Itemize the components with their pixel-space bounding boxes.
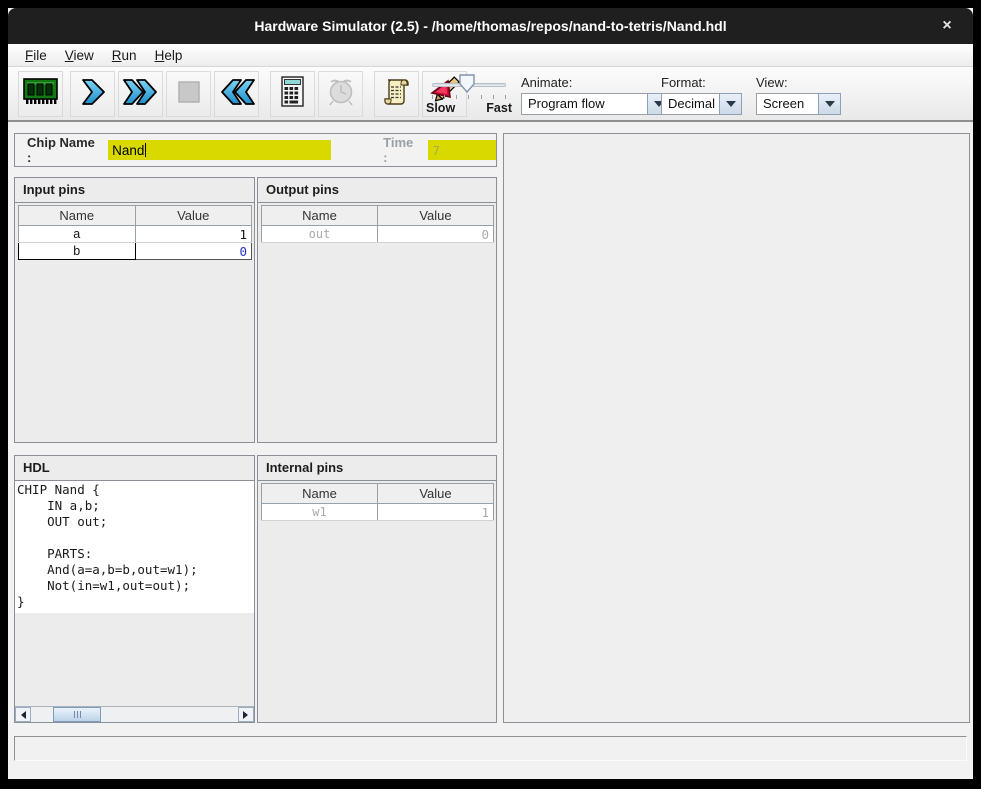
scrollbar-track[interactable] [31, 707, 238, 722]
chevron-down-icon[interactable] [719, 93, 742, 115]
code-line: Not(in=w1,out=out); [17, 578, 254, 594]
status-bar [14, 736, 967, 761]
fast-forward-icon [122, 77, 160, 112]
stop-icon [176, 79, 202, 110]
slider-slow-label: Slow [426, 101, 455, 115]
app-window: Hardware Simulator (2.5) - /home/thomas/… [8, 8, 973, 779]
column-header: Name [262, 206, 378, 226]
scrollbar-thumb[interactable] [53, 707, 101, 722]
table-row[interactable]: w11 [262, 504, 494, 521]
clock-button [318, 71, 363, 117]
single-step-button[interactable] [70, 71, 115, 117]
animate-group: Animate: Program flow [521, 75, 670, 115]
pin-value-cell[interactable]: 1 [135, 226, 252, 243]
step-forward-icon [79, 77, 107, 112]
chip-name-input[interactable]: Nand [108, 140, 331, 160]
pin-name-cell[interactable]: w1 [262, 504, 378, 521]
toolbar: Slow Fast Animate: Program flow Format: … [8, 67, 973, 122]
chip-name-bar: Chip Name : Nand Time : 7 [14, 133, 497, 167]
slider-fast-label: Fast [486, 101, 512, 115]
hdl-horizontal-scrollbar[interactable] [15, 706, 254, 722]
table-row[interactable]: a1 [19, 226, 252, 243]
column-header: Value [378, 484, 494, 504]
code-line: CHIP Nand { [17, 482, 254, 498]
menu-bar: FileViewRunHelp [8, 44, 973, 67]
chip-icon [23, 78, 59, 111]
code-line [17, 530, 254, 546]
menu-run[interactable]: Run [103, 48, 146, 63]
menu-help[interactable]: Help [146, 48, 192, 63]
menu-file[interactable]: File [16, 48, 56, 63]
output-pins-table[interactable]: NameValueout0 [261, 205, 494, 243]
pin-value-cell[interactable]: 0 [135, 243, 252, 260]
column-header: Value [378, 206, 494, 226]
scroll-right-icon[interactable] [238, 707, 254, 722]
calculator-icon [280, 76, 306, 113]
code-line: OUT out; [17, 514, 254, 530]
reset-button[interactable] [214, 71, 259, 117]
format-label: Format: [661, 75, 742, 90]
load-chip-button[interactable] [18, 71, 63, 117]
input-pins-table[interactable]: NameValuea1b0 [18, 205, 252, 260]
pin-name-cell[interactable]: a [19, 226, 136, 243]
screen-display-panel [503, 133, 970, 723]
code-line: And(a=a,b=b,out=w1); [17, 562, 254, 578]
run-button[interactable] [118, 71, 163, 117]
output-pins-panel: Output pins NameValueout0 [257, 177, 497, 443]
column-header: Name [19, 206, 136, 226]
view-hdl-button[interactable] [374, 71, 419, 117]
close-icon[interactable]: × [937, 16, 957, 36]
stop-button [166, 71, 211, 117]
view-label: View: [756, 75, 841, 90]
format-value: Decimal [661, 93, 719, 115]
view-select[interactable]: Screen [756, 93, 841, 115]
table-row[interactable]: out0 [262, 226, 494, 243]
hdl-title: HDL [15, 456, 254, 481]
pin-value-cell[interactable]: 0 [378, 226, 494, 243]
rewind-icon [218, 77, 256, 112]
hdl-panel: HDL CHIP Nand { IN a,b; OUT out; PARTS: … [14, 455, 255, 723]
output-pins-title: Output pins [258, 178, 496, 203]
text-caret [145, 143, 146, 157]
chip-name-label: Chip Name : [27, 135, 101, 165]
time-input: 7 [428, 140, 496, 160]
pin-name-cell[interactable]: out [262, 226, 378, 243]
pin-value-cell[interactable]: 1 [378, 504, 494, 521]
internal-pins-table[interactable]: NameValuew11 [261, 483, 494, 521]
internal-pins-title: Internal pins [258, 456, 496, 481]
format-select[interactable]: Decimal [661, 93, 742, 115]
code-line: IN a,b; [17, 498, 254, 514]
scroll-left-icon[interactable] [15, 707, 31, 722]
column-header: Value [135, 206, 252, 226]
pin-name-cell[interactable]: b [19, 243, 136, 260]
time-label: Time : [383, 135, 420, 165]
hdl-code-view[interactable]: CHIP Nand { IN a,b; OUT out; PARTS: And(… [15, 481, 254, 613]
animate-value: Program flow [521, 93, 647, 115]
title-bar: Hardware Simulator (2.5) - /home/thomas/… [8, 8, 973, 44]
table-row[interactable]: b0 [19, 243, 252, 260]
menu-view[interactable]: View [56, 48, 103, 63]
scroll-icon [382, 76, 412, 113]
input-pins-panel: Input pins NameValuea1b0 [14, 177, 255, 443]
column-header: Name [262, 484, 378, 504]
speed-slider[interactable]: Slow Fast [426, 71, 512, 119]
alarm-clock-icon [325, 76, 357, 113]
slider-ticks [432, 95, 506, 100]
internal-pins-panel: Internal pins NameValuew11 [257, 455, 497, 723]
format-group: Format: Decimal [661, 75, 742, 115]
main-content: Chip Name : Nand Time : 7 Input pins Nam… [8, 122, 973, 777]
code-line: } [17, 594, 254, 610]
view-group: View: Screen [756, 75, 841, 115]
chip-name-text: Nand [112, 143, 144, 158]
evaluate-button[interactable] [270, 71, 315, 117]
animate-select[interactable]: Program flow [521, 93, 670, 115]
animate-label: Animate: [521, 75, 670, 90]
window-title: Hardware Simulator (2.5) - /home/thomas/… [254, 18, 726, 34]
input-pins-title: Input pins [15, 178, 254, 203]
code-line: PARTS: [17, 546, 254, 562]
view-value: Screen [756, 93, 818, 115]
chevron-down-icon[interactable] [818, 93, 841, 115]
